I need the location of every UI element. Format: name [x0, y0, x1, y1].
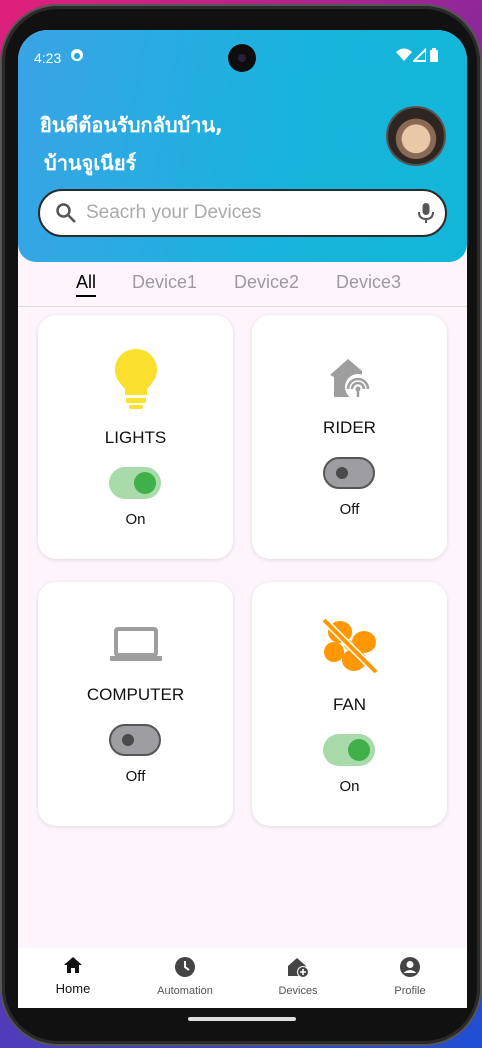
header: 4:23 ยินดีต้อนรับกลับบ้าน, บ้านจูเนียร์: [18, 30, 467, 262]
tab-all[interactable]: All: [76, 272, 97, 297]
tabs-divider: [18, 306, 467, 307]
lights-toggle[interactable]: [109, 467, 161, 499]
device-tabs: All Device1 Device2 Device3: [18, 270, 467, 306]
device-name: RIDER: [323, 418, 376, 437]
greeting-line1: ยินดีต้อนรับกลับบ้าน,: [40, 113, 223, 137]
computer-toggle[interactable]: [109, 724, 161, 756]
device-name: COMPUTER: [86, 685, 185, 704]
mic-icon[interactable]: [414, 201, 438, 230]
nav-label: Devices: [278, 985, 318, 997]
tab-device3[interactable]: Device3: [336, 272, 401, 293]
fan-toggle[interactable]: [323, 734, 375, 766]
rider-toggle[interactable]: [323, 457, 375, 489]
add-home-icon: [287, 958, 309, 982]
status-bar: 4:23: [18, 30, 467, 82]
phone-frame: 4:23 ยินดีต้อนรับกลับบ้าน, บ้านจูเนียร์: [2, 6, 480, 1044]
bottom-nav: Home Automation Devices Profile: [18, 948, 467, 1008]
toggle-knob: [336, 467, 348, 479]
device-state: Off: [125, 768, 146, 785]
status-time: 4:23: [34, 50, 62, 66]
tab-device1[interactable]: Device1: [132, 272, 197, 293]
nav-home[interactable]: Home: [23, 956, 123, 996]
nav-profile[interactable]: Profile: [360, 956, 460, 997]
account-icon: [399, 957, 421, 982]
fan-off-icon: [252, 616, 447, 676]
avatar[interactable]: [386, 106, 446, 166]
greeting-line2: บ้านจูเนียร์: [44, 151, 137, 175]
device-card-computer[interactable]: COMPUTER Off: [38, 582, 233, 826]
wifi-icon: [396, 48, 412, 65]
device-card-lights[interactable]: LIGHTS On: [38, 315, 233, 559]
laptop-icon: [38, 626, 233, 662]
lightbulb-icon: [38, 347, 233, 411]
device-state: On: [339, 778, 360, 795]
nav-label: Automation: [157, 985, 213, 997]
nav-devices[interactable]: Devices: [248, 956, 348, 997]
greeting: ยินดีต้อนรับกลับบ้าน, บ้านจูเนียร์: [40, 106, 223, 182]
nav-label: Profile: [394, 985, 426, 997]
signal-icon: [411, 46, 427, 65]
device-state: Off: [339, 501, 360, 518]
nav-automation[interactable]: Automation: [135, 956, 235, 997]
notification-icon: [70, 48, 84, 65]
battery-icon: [430, 48, 438, 65]
toggle-knob: [348, 739, 370, 761]
camera-cutout: [228, 44, 256, 72]
device-card-rider[interactable]: RIDER Off: [252, 315, 447, 559]
search-bar: [38, 189, 447, 237]
toggle-knob: [134, 472, 156, 494]
tab-device2[interactable]: Device2: [234, 272, 299, 293]
home-icon: [63, 957, 83, 978]
device-state: On: [125, 511, 146, 528]
device-name: LIGHTS: [104, 428, 167, 447]
home-wifi-icon: [252, 357, 447, 399]
device-name: FAN: [332, 695, 367, 714]
clock-icon: [174, 957, 196, 982]
search-icon: [54, 201, 78, 230]
device-card-fan[interactable]: FAN On: [252, 582, 447, 826]
app-screen: 4:23 ยินดีต้อนรับกลับบ้าน, บ้านจูเนียร์: [18, 30, 467, 1008]
toggle-knob: [122, 734, 134, 746]
search-input[interactable]: [86, 201, 406, 225]
nav-label: Home: [55, 981, 91, 996]
home-indicator[interactable]: [188, 1017, 296, 1021]
